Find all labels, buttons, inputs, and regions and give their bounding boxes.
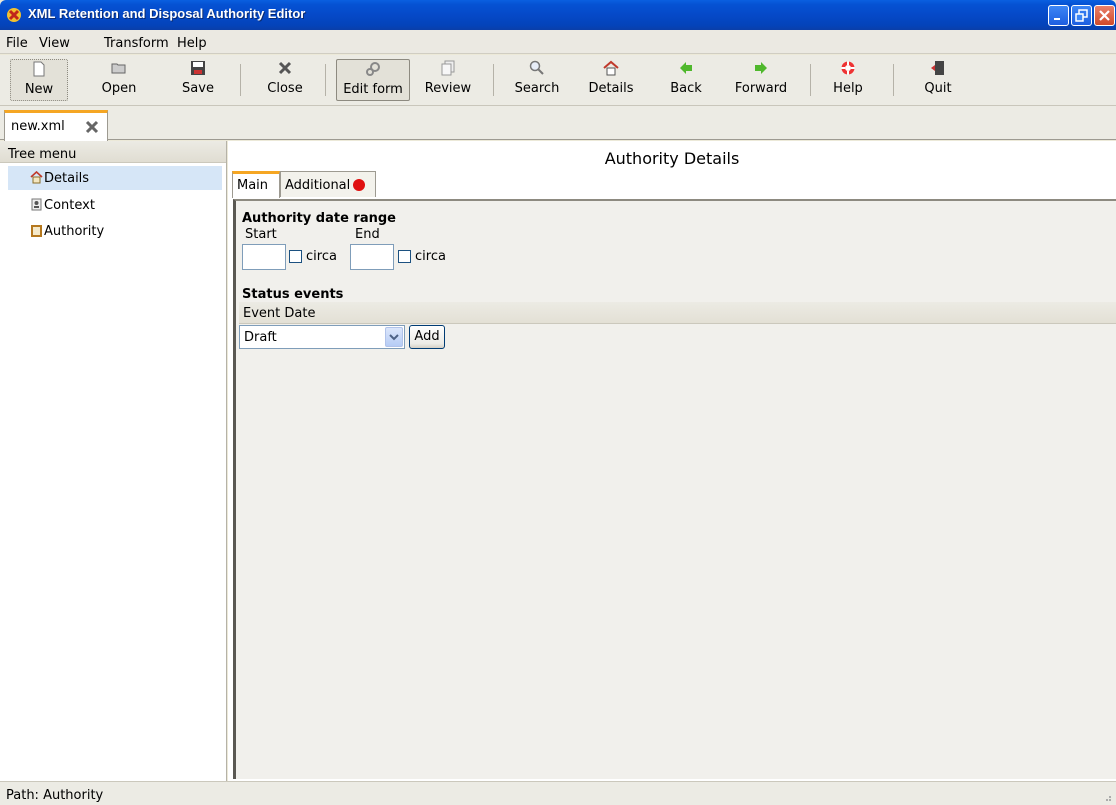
tab-main[interactable]: Main [232,171,280,198]
dropdown-arrow[interactable] [385,327,403,347]
close-x-icon [278,61,292,75]
save-disk-icon [191,61,205,75]
toolbar-separator [893,64,894,96]
new-label: New [24,82,54,97]
review-pages-icon [441,60,455,76]
menu-help[interactable]: Help [177,36,207,51]
end-circa-label: circa [415,249,446,264]
status-select-value: Draft [244,330,277,345]
menu-bar: File View Transform Help [0,30,1116,54]
minimize-button[interactable] [1048,5,1069,26]
file-tab-new-xml[interactable]: new.xml [4,110,108,141]
open-label: Open [101,81,137,96]
file-tab-label: new.xml [11,119,65,134]
tree-item-context[interactable]: Context [8,193,222,217]
open-folder-icon [111,63,126,74]
close-label: Close [267,81,303,96]
save-button[interactable]: Save [175,59,221,101]
new-button[interactable]: New [10,59,68,101]
clipboard-icon [31,225,42,237]
date-range-heading: Authority date range [242,211,396,226]
review-button[interactable]: Review [420,59,476,101]
menu-transform[interactable]: Transform [104,36,169,51]
start-date-input[interactable] [242,244,286,270]
tree-panel: Tree menu Details Context Authority [0,141,227,781]
toolbar: New Open Save Close Edit form Review Sea… [0,55,1116,106]
magnifier-icon [529,60,544,75]
new-document-icon [33,61,45,77]
search-button[interactable]: Search [508,59,566,101]
toolbar-separator [810,64,811,96]
help-label: Help [833,81,863,96]
file-tab-bar: new.xml [0,106,1116,141]
home-icon [603,60,619,76]
toolbar-separator [493,64,494,96]
home-icon [30,171,43,184]
gears-icon [366,62,380,76]
tree-item-authority[interactable]: Authority [8,219,222,243]
tree-item-label: Context [44,198,95,213]
tree-item-details[interactable]: Details [8,166,222,190]
details-label: Details [588,81,634,96]
start-label: Start [245,227,277,242]
save-label: Save [182,81,214,96]
toolbar-separator [325,64,326,96]
green-left-arrow-icon [680,62,692,74]
error-indicator-icon [353,179,366,191]
green-right-arrow-icon [755,62,767,74]
close-tab-icon[interactable] [85,120,99,134]
minimize-icon [1054,18,1060,20]
back-label: Back [670,81,702,96]
exit-door-icon [931,61,944,75]
status-events-heading: Status events [242,287,344,302]
tree-header: Tree menu [0,141,226,163]
main-form: Authority date range Start End circa cir… [233,199,1116,779]
tab-main-label: Main [237,178,269,193]
back-button[interactable]: Back [664,59,708,101]
menu-view[interactable]: View [39,36,70,51]
chevron-down-icon [389,334,399,341]
app-logo-icon [7,8,21,22]
path-status: Path: Authority [6,788,104,803]
window-title: XML Retention and Disposal Authority Edi… [28,6,306,21]
restore-icon [1075,9,1088,22]
status-select[interactable]: Draft [239,325,405,349]
edit-form-button[interactable]: Edit form [336,59,410,101]
content-panel: Authority Details Main Additional Author… [228,141,1116,781]
resize-grip-icon[interactable] [1102,792,1112,802]
start-circa-label: circa [306,249,337,264]
event-date-column-header: Event Date [239,302,1116,324]
close-icon [1099,10,1110,21]
close-window-button[interactable] [1094,5,1115,26]
page-title: Authority Details [604,149,740,168]
edit-form-label: Edit form [343,82,403,97]
help-button[interactable]: Help [826,59,870,101]
person-card-icon [31,198,42,211]
close-button[interactable]: Close [262,59,308,101]
start-circa-checkbox[interactable] [289,250,302,263]
tree-item-label: Authority [44,224,105,239]
open-button[interactable]: Open [96,59,142,101]
quit-button[interactable]: Quit [915,59,961,101]
lifebuoy-icon [841,61,855,75]
end-circa-checkbox[interactable] [398,250,411,263]
status-bar: Path: Authority [0,781,1116,805]
add-status-button[interactable]: Add [409,325,445,349]
tab-additional[interactable]: Additional [280,171,376,197]
review-label: Review [424,81,472,96]
tree-item-label: Details [44,171,90,186]
quit-label: Quit [924,81,952,96]
forward-label: Forward [734,81,788,96]
menu-file[interactable]: File [6,36,28,51]
toolbar-separator [240,64,241,96]
search-label: Search [514,81,560,96]
end-date-input[interactable] [350,244,394,270]
tab-additional-label: Additional [285,178,351,193]
title-bar[interactable]: XML Retention and Disposal Authority Edi… [0,0,1116,30]
details-button[interactable]: Details [584,59,638,101]
restore-button[interactable] [1071,5,1092,26]
end-label: End [355,227,380,242]
forward-button[interactable]: Forward [728,59,794,101]
